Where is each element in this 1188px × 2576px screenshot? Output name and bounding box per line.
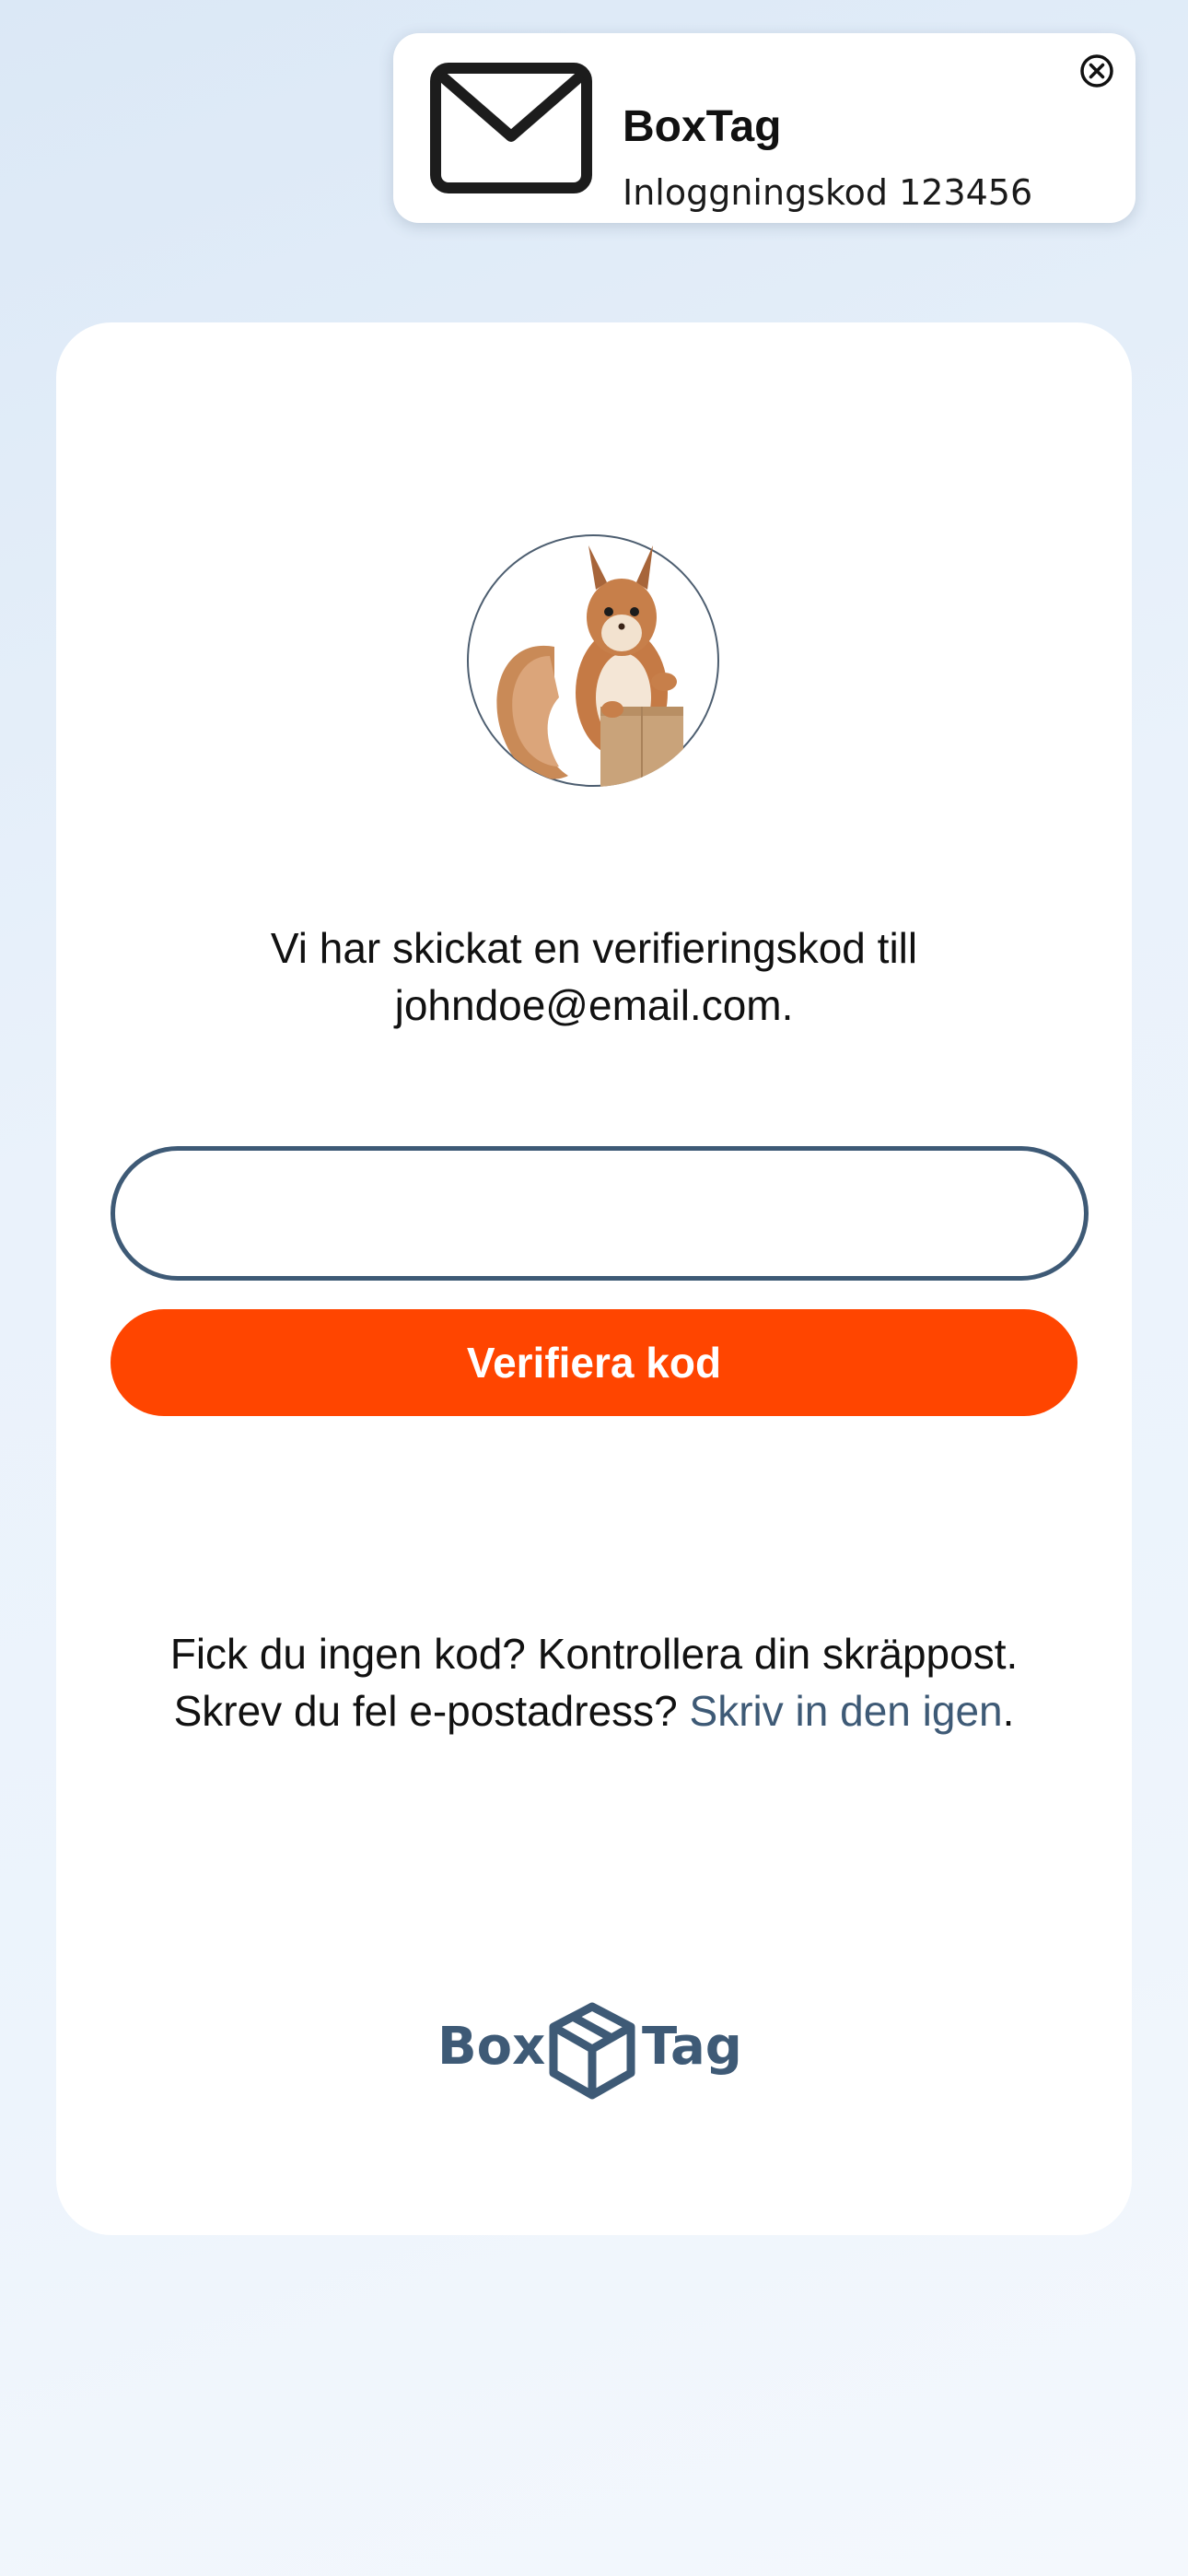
boxtag-logo: Box Tag [437, 2001, 751, 2102]
verification-code-input[interactable] [111, 1146, 1089, 1281]
notification-message: Inloggningskod 123456 [623, 172, 1033, 213]
verification-message: Vi har skickat en verifieringskod till j… [56, 919, 1132, 1034]
logo-text-box: Box [437, 2017, 546, 2077]
close-circle-icon[interactable] [1079, 53, 1114, 88]
help-line-2: Skrev du fel e-postadress? Skriv in den … [56, 1682, 1132, 1739]
logo-text-tag: Tag [642, 2017, 742, 2077]
help-line-2-suffix: . [1002, 1687, 1015, 1735]
reenter-email-link[interactable]: Skriv in den igen [690, 1687, 1003, 1735]
help-line-2-prefix: Skrev du fel e-postadress? [173, 1687, 690, 1735]
help-text: Fick du ingen kod? Kontrollera din skräp… [56, 1625, 1132, 1739]
message-line-1: Vi har skickat en verifieringskod till [270, 924, 918, 972]
squirrel-with-box-image [496, 545, 683, 787]
squirrel-avatar [467, 534, 719, 787]
box-icon [546, 2001, 638, 2101]
mail-icon [430, 63, 592, 193]
message-email: johndoe@email.com. [394, 981, 794, 1029]
help-line-1: Fick du ingen kod? Kontrollera din skräp… [169, 1630, 1019, 1678]
verify-code-button[interactable]: Verifiera kod [111, 1309, 1077, 1416]
notification-banner[interactable]: BoxTag Inloggningskod 123456 [393, 33, 1136, 223]
verification-card: Vi har skickat en verifieringskod till j… [56, 322, 1132, 2235]
notification-title: BoxTag [623, 102, 782, 151]
